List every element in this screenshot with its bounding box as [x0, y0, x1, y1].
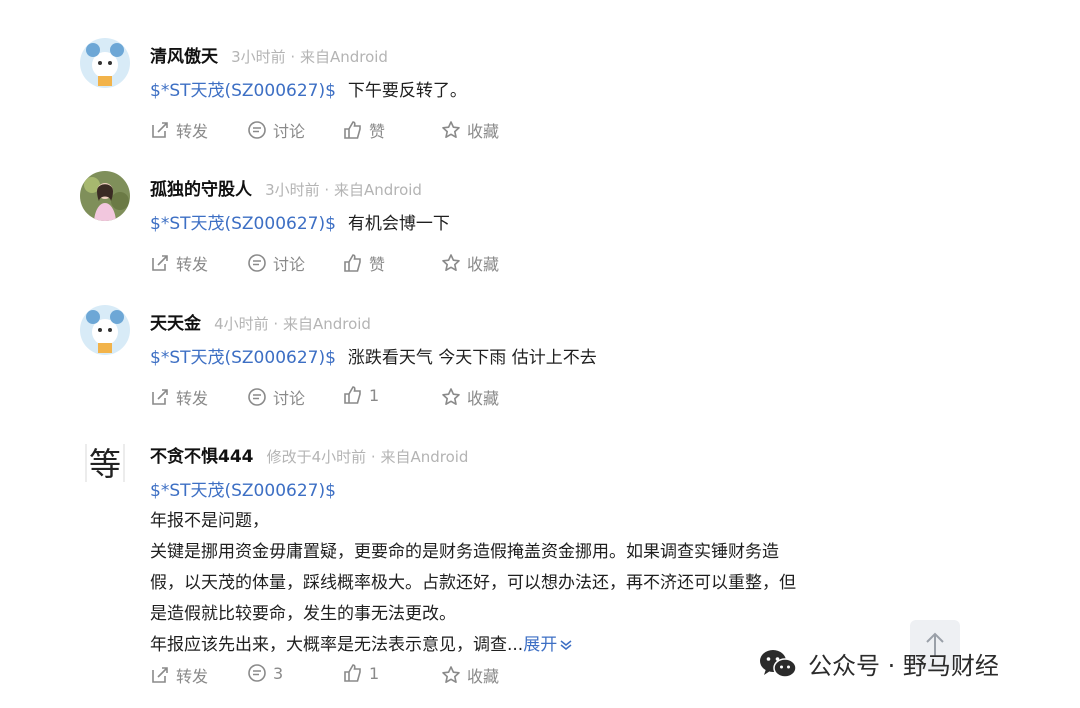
post-content: $*ST天茂(SZ000627)$ 涨跌看天气 今天下雨 估计上不去	[150, 343, 597, 368]
favorite-label: 收藏	[467, 122, 500, 141]
thumbs-up-icon	[344, 121, 361, 139]
post-text: 下午要反转了。	[347, 81, 467, 101]
chevron-down-icon	[560, 640, 572, 650]
comment-count: 3	[273, 663, 284, 683]
star-icon	[442, 121, 460, 138]
stock-tag-link[interactable]: $*ST天茂(SZ000627)$	[150, 348, 336, 368]
post-line: 假，以天茂的体量，踩线概率极大。占款还好，可以想办法还，再不济还可以重整，但	[150, 573, 796, 593]
repost-icon	[152, 255, 168, 271]
comment-label: 讨论	[273, 389, 306, 408]
comment-icon	[248, 121, 266, 139]
expand-label: 展开	[523, 635, 558, 655]
post-text: 有机会博一下	[347, 214, 450, 234]
comment-label: 讨论	[273, 122, 306, 141]
repost-button[interactable]: 转发	[150, 385, 208, 409]
user-avatar[interactable]	[80, 305, 130, 355]
post-content: $*ST天茂(SZ000627)$ 下午要反转了。	[150, 76, 467, 101]
post-content: $*ST天茂(SZ000627)$	[150, 476, 336, 501]
like-button[interactable]: 赞	[343, 251, 385, 275]
stock-tag-link[interactable]: $*ST天茂(SZ000627)$	[150, 214, 336, 234]
expand-link[interactable]: 展开	[523, 635, 573, 655]
comment-button[interactable]: 3	[247, 663, 283, 683]
star-icon	[442, 388, 460, 405]
post-line: 年报应该先出来，大概率是无法表示意见，调查...	[150, 635, 524, 655]
watermark-label: 公众号 · 野马财经	[808, 652, 999, 680]
favorite-button[interactable]: 收藏	[441, 251, 499, 275]
post-body: 年报不是问题， 关键是挪用资金毋庸置疑，更要命的是财务造假掩盖资金挪用。如果调查…	[150, 506, 796, 661]
user-avatar[interactable]	[80, 38, 130, 88]
post-header: 清风傲天 3小时前 · 来自Android	[150, 42, 388, 67]
post-meta: 4小时前 · 来自Android	[214, 315, 371, 333]
post-content: $*ST天茂(SZ000627)$ 有机会博一下	[150, 209, 450, 234]
post-text: 涨跌看天气 今天下雨 估计上不去	[347, 348, 597, 368]
favorite-button[interactable]: 收藏	[441, 118, 499, 142]
favorite-label: 收藏	[467, 255, 500, 274]
avatar-glyph: 等	[89, 445, 121, 483]
post-meta: 3小时前 · 来自Android	[231, 48, 388, 66]
username[interactable]: 天天金	[150, 314, 201, 334]
repost-label: 转发	[176, 122, 209, 141]
stock-tag-link[interactable]: $*ST天茂(SZ000627)$	[150, 481, 336, 501]
username[interactable]: 不贪不惧444	[150, 447, 254, 467]
comment-icon	[248, 388, 266, 406]
post-line: 关键是挪用资金毋庸置疑，更要命的是财务造假掩盖资金挪用。如果调查实锤财务造	[150, 542, 779, 562]
like-count: 1	[369, 663, 380, 683]
post-header: 孤独的守股人 3小时前 · 来自Android	[150, 175, 422, 200]
post-line: 年报不是问题，	[150, 511, 269, 531]
like-label: 赞	[369, 255, 386, 274]
username[interactable]: 清风傲天	[150, 47, 218, 67]
repost-icon	[152, 122, 168, 138]
comment-button[interactable]: 讨论	[247, 385, 305, 409]
comment-label: 讨论	[273, 255, 306, 274]
comment-button[interactable]: 讨论	[247, 251, 305, 275]
post-header: 不贪不惧444 修改于4小时前 · 来自Android	[150, 442, 468, 467]
like-button[interactable]: 赞	[343, 118, 385, 142]
repost-icon	[152, 667, 168, 683]
favorite-button[interactable]: 收藏	[441, 385, 499, 409]
star-icon	[442, 254, 460, 271]
post-line: 是造假就比较要命，发生的事无法更改。	[150, 604, 456, 624]
like-label: 赞	[369, 122, 386, 141]
repost-label: 转发	[176, 389, 209, 408]
user-avatar[interactable]	[80, 171, 130, 221]
thumbs-up-icon	[344, 664, 361, 682]
star-icon	[442, 666, 460, 683]
username[interactable]: 孤独的守股人	[150, 180, 252, 200]
like-button[interactable]: 1	[343, 385, 379, 405]
thumbs-up-icon	[344, 254, 361, 272]
favorite-button[interactable]: 收藏	[441, 663, 499, 687]
comment-icon	[248, 664, 266, 682]
post-meta: 修改于4小时前 · 来自Android	[266, 448, 469, 466]
post-line-last: 年报应该先出来，大概率是无法表示意见，调查...展开	[150, 630, 796, 661]
favorite-label: 收藏	[467, 667, 500, 686]
repost-label: 转发	[176, 255, 209, 274]
post-meta: 3小时前 · 来自Android	[265, 181, 422, 199]
like-button[interactable]: 1	[343, 663, 379, 683]
comment-icon	[248, 254, 266, 272]
wechat-icon	[760, 649, 797, 678]
thumbs-up-icon	[344, 386, 361, 404]
like-count: 1	[369, 385, 380, 405]
watermark: 公众号 · 野马财经	[758, 646, 999, 681]
comment-button[interactable]: 讨论	[247, 118, 305, 142]
repost-button[interactable]: 转发	[150, 118, 208, 142]
favorite-label: 收藏	[467, 389, 500, 408]
repost-button[interactable]: 转发	[150, 251, 208, 275]
repost-button[interactable]: 转发	[150, 663, 208, 687]
post-header: 天天金 4小时前 · 来自Android	[150, 309, 371, 334]
repost-label: 转发	[176, 667, 209, 686]
stock-tag-link[interactable]: $*ST天茂(SZ000627)$	[150, 81, 336, 101]
user-avatar[interactable]: 等	[80, 438, 130, 488]
repost-icon	[152, 389, 168, 405]
